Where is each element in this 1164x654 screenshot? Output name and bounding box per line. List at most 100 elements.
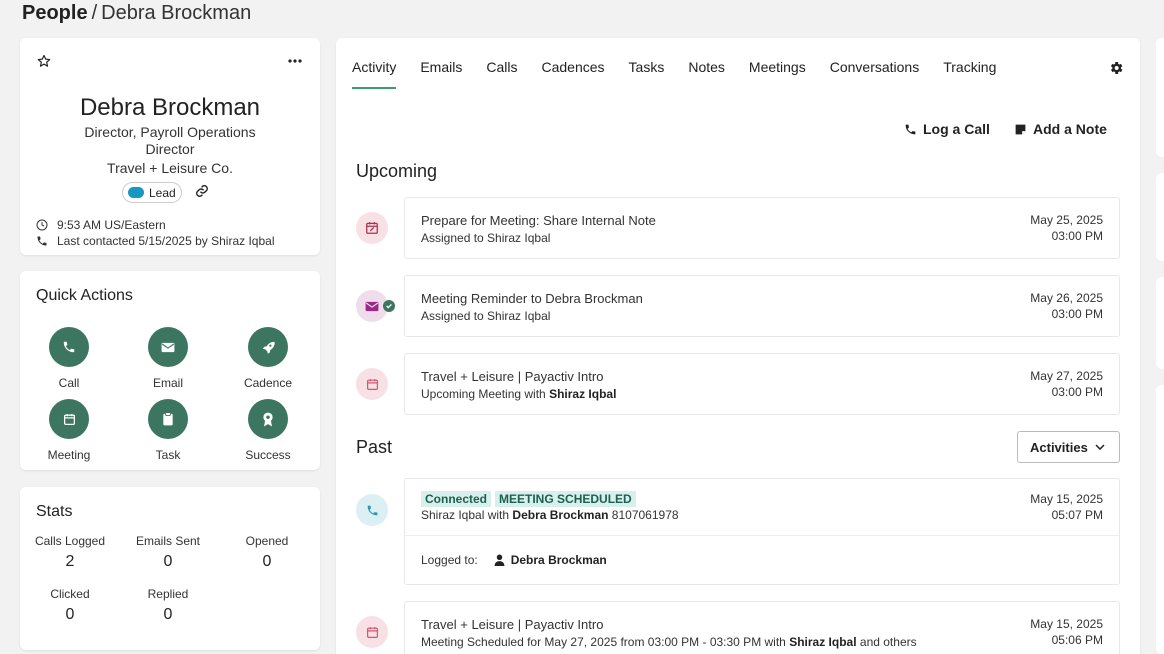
rocket-icon [248, 327, 288, 367]
activities-filter-dropdown[interactable]: Activities [1017, 431, 1120, 463]
quick-action-label: Meeting [47, 448, 91, 462]
quick-action-email[interactable]: Email [128, 327, 208, 390]
item-subtitle: Assigned to Shiraz Iqbal [421, 231, 551, 245]
gear-icon[interactable] [1108, 60, 1124, 81]
logged-to-contact[interactable]: Debra Brockman [511, 553, 607, 567]
upcoming-item[interactable]: Prepare for Meeting: Share Internal Note… [404, 197, 1120, 259]
item-time: 05:07 PM [1051, 508, 1103, 522]
task-calendar-icon [356, 212, 388, 244]
lead-badge[interactable]: Lead [122, 182, 182, 203]
logged-to-row: Logged to: Debra Brockman [421, 553, 607, 567]
breadcrumb-current: Debra Brockman [101, 2, 252, 24]
item-time: 03:00 PM [1051, 307, 1103, 321]
quick-action-meeting[interactable]: Meeting [29, 399, 109, 462]
tab-emails[interactable]: Emails [420, 59, 462, 89]
quick-action-label: Email [152, 376, 183, 390]
tab-tracking[interactable]: Tracking [943, 59, 996, 89]
stat-clicked: Clicked 0 [20, 587, 120, 624]
item-date: May 25, 2025 [1030, 213, 1103, 227]
outcome-badge: MEETING SCHEDULED [495, 491, 636, 507]
side-panel-card [1156, 38, 1164, 157]
note-icon [1015, 124, 1026, 134]
last-contacted-text: Last contacted 5/15/2025 by Shiraz Iqbal [57, 234, 275, 248]
stats-card: Stats Calls Logged 2 Emails Sent 0 Opene… [20, 487, 320, 650]
item-date: May 15, 2025 [1030, 617, 1103, 631]
tab-cadences[interactable]: Cadences [541, 59, 604, 89]
calendar-icon [356, 616, 388, 648]
stat-label: Calls Logged [34, 534, 106, 548]
tab-activity[interactable]: Activity [352, 59, 397, 89]
stat-value: 0 [163, 606, 173, 623]
person-icon [494, 554, 505, 566]
phone-icon [49, 327, 89, 367]
quick-action-cadence[interactable]: Cadence [228, 327, 308, 390]
check-icon [383, 300, 395, 312]
link-icon[interactable] [195, 184, 209, 203]
quick-action-label: Success [245, 448, 291, 462]
stats-title: Stats [36, 503, 73, 520]
quick-actions-card: Quick Actions Call Email Cadence Meeting… [20, 271, 320, 470]
past-meeting-item[interactable]: Travel + Leisure | Payactiv Intro Meetin… [404, 601, 1120, 654]
breadcrumb-root-link[interactable]: People [22, 2, 88, 24]
upcoming-item[interactable]: Meeting Reminder to Debra Brockman Assig… [404, 275, 1120, 337]
star-icon[interactable] [35, 52, 53, 70]
upcoming-item[interactable]: Travel + Leisure | Payactiv Intro Upcomi… [404, 353, 1120, 415]
calendar-icon [49, 399, 89, 439]
stat-calls-logged: Calls Logged 2 [20, 534, 120, 571]
activities-filter-label: Activities [1030, 439, 1088, 455]
contact-company[interactable]: Travel + Leisure Co. [20, 160, 320, 176]
breadcrumb: People / Debra Brockman [22, 2, 251, 25]
award-icon [248, 399, 288, 439]
item-subtitle: Upcoming Meeting with Shiraz Iqbal [421, 387, 617, 401]
quick-action-label: Cadence [243, 376, 293, 390]
phone-icon [37, 236, 47, 246]
add-note-label: Add a Note [1033, 121, 1107, 137]
tab-conversations[interactable]: Conversations [830, 59, 920, 89]
stat-label: Replied [147, 587, 189, 601]
call-tags: Connected MEETING SCHEDULED [421, 491, 640, 507]
envelope-icon [148, 327, 188, 367]
tab-calls[interactable]: Calls [486, 59, 517, 89]
tab-notes[interactable]: Notes [688, 59, 725, 89]
breadcrumb-separator: / [91, 2, 98, 24]
item-time: 03:00 PM [1051, 385, 1103, 399]
item-date: May 27, 2025 [1030, 369, 1103, 383]
past-heading: Past [356, 437, 393, 457]
add-note-button[interactable]: Add a Note [1014, 121, 1107, 137]
phone-icon [356, 494, 388, 526]
contact-name: Debra Brockman [79, 94, 261, 121]
quick-action-label: Task [155, 448, 181, 462]
more-options-icon[interactable] [286, 52, 304, 70]
quick-action-call[interactable]: Call [29, 327, 109, 390]
item-title: Travel + Leisure | Payactiv Intro [421, 369, 604, 384]
clipboard-icon [148, 399, 188, 439]
stat-value: 0 [65, 606, 75, 623]
tab-tasks[interactable]: Tasks [629, 59, 665, 89]
log-call-button[interactable]: Log a Call [904, 121, 990, 137]
side-panel-card [1156, 173, 1164, 261]
calendar-icon [356, 368, 388, 400]
item-time: 05:06 PM [1051, 633, 1103, 647]
activity-panel: Activity Emails Calls Cadences Tasks Not… [336, 38, 1140, 654]
clock-icon [36, 219, 48, 231]
local-time-row: 9:53 AM US/Eastern [36, 218, 166, 232]
stat-label: Emails Sent [135, 534, 201, 548]
item-time: 03:00 PM [1051, 229, 1103, 243]
tab-meetings[interactable]: Meetings [749, 59, 806, 89]
divider [405, 535, 1119, 536]
item-title: Prepare for Meeting: Share Internal Note [421, 213, 656, 228]
stat-value: 2 [65, 553, 75, 570]
quick-action-task[interactable]: Task [128, 399, 208, 462]
past-call-item[interactable]: Connected MEETING SCHEDULED Shiraz Iqbal … [404, 478, 1120, 585]
salesforce-cloud-icon [128, 187, 144, 198]
quick-action-success[interactable]: Success [228, 399, 308, 462]
stat-emails-sent: Emails Sent 0 [118, 534, 218, 571]
item-subtitle: Assigned to Shiraz Iqbal [421, 309, 551, 323]
status-badge: Connected [421, 491, 492, 507]
quick-actions-title: Quick Actions [36, 287, 133, 304]
log-call-label: Log a Call [923, 121, 990, 137]
item-subtitle: Meeting Scheduled for May 27, 2025 from … [421, 635, 917, 649]
call-description: Shiraz Iqbal with Debra Brockman 8107061… [421, 508, 679, 522]
lead-badge-label: Lead [149, 185, 176, 200]
stat-label: Opened [245, 534, 289, 548]
